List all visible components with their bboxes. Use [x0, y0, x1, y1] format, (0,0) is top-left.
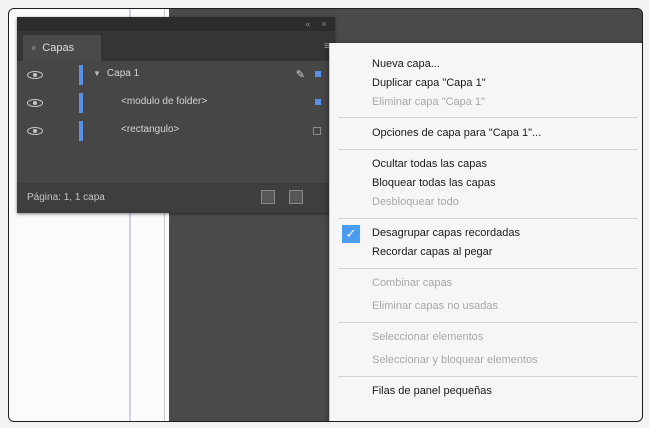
- selection-indicator[interactable]: [313, 127, 321, 135]
- tab-close-icon[interactable]: ×: [31, 35, 36, 61]
- tab-label: Capas: [42, 42, 75, 54]
- disclosure-triangle-icon[interactable]: ▼: [93, 69, 101, 78]
- layer-color-bar: [79, 93, 83, 113]
- layer-row[interactable]: ▼ Capa 1 ✎: [17, 61, 335, 89]
- new-layer-icon[interactable]: [261, 190, 275, 204]
- menu-item-new-layer[interactable]: Nueva capa...: [330, 55, 642, 75]
- menu-item-select-and-lock-items: Seleccionar y bloquear elementos: [372, 354, 538, 366]
- menu-separator: [338, 268, 638, 269]
- pen-icon: ✎: [295, 69, 305, 81]
- menu-separator: [338, 376, 638, 377]
- layer-list: ▼ Capa 1 ✎ <modulo de folder> <rectangulo…: [17, 61, 335, 145]
- layer-color-bar: [79, 121, 83, 141]
- menu-item-lock-all-layers[interactable]: Bloquear todas las capas: [330, 174, 642, 194]
- menu-item-layer-options[interactable]: Opciones de capa para "Capa 1"...: [330, 124, 642, 144]
- menu-item-ungroup-remembered-layers[interactable]: ✓ Desagrupar capas recordadas: [330, 224, 642, 244]
- menu-item-select-items: Seleccionar elementos: [372, 331, 484, 343]
- layer-row[interactable]: <modulo de folder>: [17, 89, 335, 117]
- footer-status: Página: 1, 1 capa: [27, 192, 105, 203]
- panel-flyout-menu: Nueva capa... Duplicar capa "Capa 1" Eli…: [329, 43, 642, 421]
- menu-item-delete-unused-layers: Eliminar capas no usadas: [372, 300, 498, 312]
- visibility-eye-icon[interactable]: [27, 99, 43, 107]
- menu-item-duplicate-layer[interactable]: Duplicar capa "Capa 1": [330, 74, 642, 94]
- menu-separator: [338, 322, 638, 323]
- app-window: « × × Capas ≡ ▼ Capa 1 ✎ <modulo de folder…: [8, 8, 643, 422]
- menu-item-hide-all-layers[interactable]: Ocultar todas las capas: [330, 155, 642, 175]
- menu-item-merge-layers: Combinar capas: [372, 277, 453, 289]
- layer-color-bar: [79, 65, 83, 85]
- close-icon[interactable]: ×: [319, 19, 329, 29]
- layer-label: ▼ Capa 1: [93, 68, 140, 79]
- menu-item-unlock-all: Desbloquear todo: [372, 196, 459, 208]
- checkmark-icon: ✓: [342, 225, 360, 243]
- layer-label: <rectangulo>: [121, 124, 180, 135]
- visibility-eye-icon[interactable]: [27, 71, 43, 79]
- tab-layers[interactable]: × Capas: [23, 35, 101, 61]
- delete-layer-icon[interactable]: [289, 190, 303, 204]
- menu-separator: [338, 149, 638, 150]
- menu-item-small-panel-rows[interactable]: Filas de panel pequeñas: [330, 382, 642, 402]
- menu-item-paste-remembers-layers[interactable]: Recordar capas al pegar: [330, 243, 642, 263]
- selection-indicator[interactable]: [315, 99, 321, 105]
- panel-tab-bar: × Capas ≡: [17, 31, 335, 61]
- menu-separator: [338, 117, 638, 118]
- visibility-eye-icon[interactable]: [27, 127, 43, 135]
- layers-panel: « × × Capas ≡ ▼ Capa 1 ✎ <modulo de folder…: [17, 17, 335, 213]
- panel-titlebar[interactable]: « ×: [17, 17, 335, 31]
- panel-footer: Página: 1, 1 capa: [17, 183, 335, 213]
- menu-separator: [338, 218, 638, 219]
- collapse-icon[interactable]: «: [303, 19, 313, 29]
- layer-row[interactable]: <rectangulo>: [17, 117, 335, 145]
- menu-item-delete-layer: Eliminar capa "Capa 1": [372, 96, 485, 108]
- layer-label: <modulo de folder>: [121, 96, 208, 107]
- selection-indicator[interactable]: [315, 71, 321, 77]
